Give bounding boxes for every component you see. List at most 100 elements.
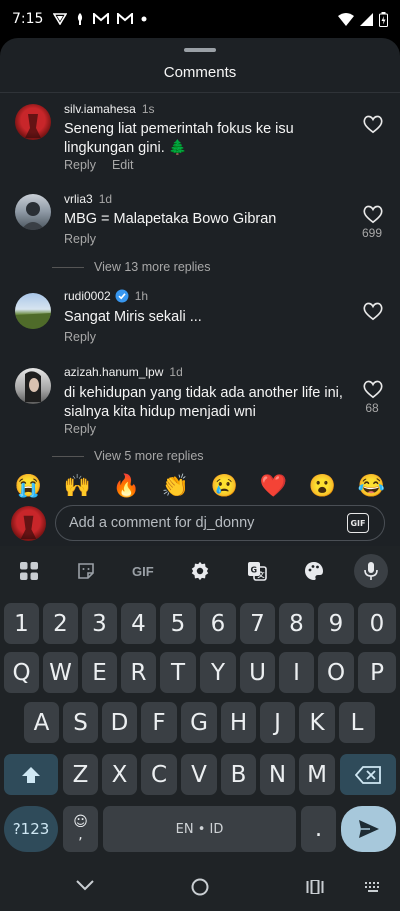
edit-button[interactable]: Edit [112,158,134,172]
comment-username[interactable]: silv.iamahesa 1s [64,102,155,116]
key-x[interactable]: X [102,754,137,795]
view-replies-button[interactable]: View 5 more replies [52,449,204,463]
heart-icon[interactable] [362,114,384,134]
key-z[interactable]: Z [63,754,98,795]
key-u[interactable]: U [240,652,275,693]
username-text[interactable]: rudi0002 [64,289,111,303]
key-0[interactable]: 0 [358,603,396,644]
key-r[interactable]: R [121,652,156,693]
username-text[interactable]: silv.iamahesa [64,102,136,116]
username-text[interactable]: azizah.hanum_lpw [64,365,163,379]
space-bar[interactable]: EN • ID [103,806,296,852]
reply-button[interactable]: Reply [64,158,96,172]
sticker-icon[interactable] [69,554,103,588]
status-system-icons [338,11,388,27]
key-o[interactable]: O [318,652,354,693]
translate-icon[interactable]: G文 [240,554,274,588]
sheet-drag-handle[interactable] [184,48,216,52]
nav-back-chevron-icon[interactable] [76,879,94,891]
comment-input[interactable]: Add a comment for dj_donny GIF [55,505,385,541]
key-j[interactable]: J [260,702,295,743]
key-b[interactable]: B [221,754,256,795]
view-replies-label[interactable]: View 13 more replies [94,260,211,274]
mic-icon[interactable] [354,554,389,588]
key-i[interactable]: I [279,652,314,693]
comment-text: Seneng liat pemerintah fokus ke isu ling… [64,121,294,156]
key-l[interactable]: L [339,702,375,743]
key-y[interactable]: Y [200,652,236,693]
heart-icon[interactable] [362,204,384,224]
send-key[interactable] [341,806,396,852]
emoji-button[interactable]: ❤️ [260,473,287,499]
period-key[interactable]: . [301,806,336,852]
key-1[interactable]: 1 [4,603,39,644]
key-f[interactable]: F [141,702,177,743]
view-replies-label[interactable]: View 5 more replies [94,449,204,463]
key-t[interactable]: T [160,652,196,693]
key-p[interactable]: P [358,652,396,693]
comment-username[interactable]: rudi0002 1h [64,289,148,303]
key-a[interactable]: A [24,702,59,743]
key-9[interactable]: 9 [318,603,354,644]
gif-tool-button[interactable]: GIF [126,554,160,588]
emoji-button[interactable]: 😭 [15,473,42,499]
avatar[interactable] [15,368,51,404]
key-h[interactable]: H [221,702,256,743]
settings-gear-icon[interactable] [183,554,217,588]
avatar[interactable] [15,104,51,140]
emoji-button[interactable]: 👏 [162,473,189,499]
emoji-comma-key[interactable]: ☺ , [63,806,98,852]
palette-icon[interactable] [297,554,331,588]
avatar[interactable] [15,293,51,329]
apps-grid-icon[interactable] [12,554,46,588]
key-d[interactable]: D [102,702,137,743]
heart-icon[interactable] [362,301,384,321]
comment-time: 1h [134,289,149,303]
gmail-icon [93,13,110,24]
key-6[interactable]: 6 [200,603,236,644]
reply-button[interactable]: Reply [64,232,96,246]
verified-badge-icon [115,289,129,303]
heart-icon[interactable] [362,379,384,399]
avatar[interactable] [15,194,51,230]
comment-text: di kehidupan yang tidak ada another life… [64,385,343,420]
emoji-button[interactable]: 😂 [358,473,385,499]
gif-button[interactable]: GIF [347,513,369,533]
key-v[interactable]: V [181,754,217,795]
view-replies-button[interactable]: View 13 more replies [52,260,211,274]
key-5[interactable]: 5 [160,603,196,644]
key-e[interactable]: E [82,652,117,693]
key-n[interactable]: N [260,754,295,795]
divider [52,455,84,457]
divider [52,266,84,268]
backspace-key[interactable] [340,754,396,795]
key-q[interactable]: Q [4,652,39,693]
my-avatar [11,506,46,541]
key-8[interactable]: 8 [279,603,314,644]
comment-username[interactable]: vrlia3 1d [64,192,112,206]
key-3[interactable]: 3 [82,603,117,644]
emoji-button[interactable]: 😢 [211,473,238,499]
key-m[interactable]: M [299,754,335,795]
reply-button[interactable]: Reply [64,422,96,436]
keyboard-switch-icon[interactable] [365,882,381,892]
username-text[interactable]: vrlia3 [64,192,93,206]
emoji-button[interactable]: 🙌 [64,473,91,499]
comment-text: MBG = Malapetaka Bowo Gibran [64,211,277,227]
nav-home-icon[interactable] [191,878,209,896]
key-s[interactable]: S [63,702,98,743]
shift-key[interactable] [4,754,58,795]
emoji-button[interactable]: 🔥 [113,473,140,499]
key-k[interactable]: K [299,702,335,743]
key-7[interactable]: 7 [240,603,275,644]
reply-button[interactable]: Reply [64,330,96,344]
key-w[interactable]: W [43,652,78,693]
key-g[interactable]: G [181,702,217,743]
key-c[interactable]: C [141,754,177,795]
key-4[interactable]: 4 [121,603,156,644]
key-2[interactable]: 2 [43,603,78,644]
nav-recents-icon[interactable] [306,880,324,894]
symbols-key[interactable]: ?123 [4,806,58,852]
comment-username[interactable]: azizah.hanum_lpw 1d [64,365,183,379]
emoji-button[interactable]: 😮 [309,473,336,499]
